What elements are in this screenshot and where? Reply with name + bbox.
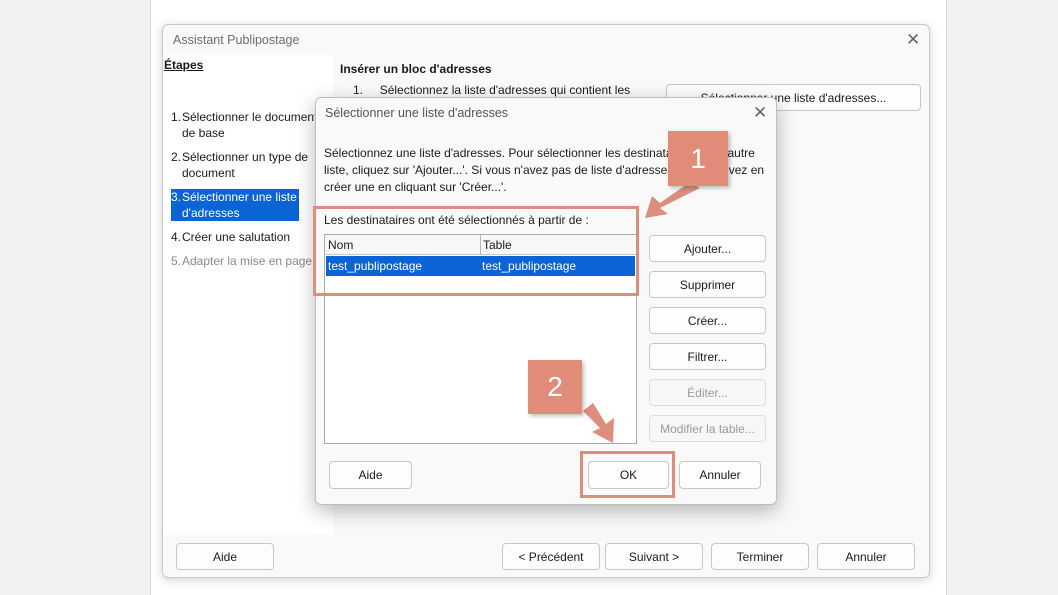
annotation-badge-2: 2 bbox=[528, 360, 582, 414]
close-icon[interactable]: ✕ bbox=[753, 104, 767, 121]
wizard-cancel-button[interactable]: Annuler bbox=[817, 543, 915, 570]
remove-button[interactable]: Supprimer bbox=[649, 271, 766, 298]
step-label: Sélectionner un type de document bbox=[182, 150, 309, 180]
content-heading: Insérer un bloc d'adresses bbox=[340, 62, 492, 76]
wizard-titlebar: Assistant Publipostage ✕ bbox=[163, 25, 929, 55]
step-adjust-layout: 5. Adapter la mise en page bbox=[171, 253, 321, 269]
add-button[interactable]: Ajouter... bbox=[649, 235, 766, 262]
step-label: Créer une salutation bbox=[182, 230, 291, 244]
dialog-cancel-button[interactable]: Annuler bbox=[679, 461, 761, 489]
steps-heading: Étapes bbox=[164, 58, 204, 72]
step-label: Sélectionner le document de base bbox=[182, 110, 318, 140]
content-instruction-text: Sélectionnez la liste d'adresses qui con… bbox=[379, 83, 631, 97]
step-label: Sélectionner une liste d'adresses bbox=[182, 190, 297, 220]
step-select-type[interactable]: 2. Sélectionner un type de document bbox=[171, 149, 321, 181]
steps-panel: Étapes 1. Sélectionner le document de ba… bbox=[163, 55, 333, 535]
annotation-badge-1: 1 bbox=[668, 131, 728, 186]
step-create-salutation[interactable]: 4. Créer une salutation bbox=[171, 229, 321, 245]
create-button[interactable]: Créer... bbox=[649, 307, 766, 334]
wizard-title: Assistant Publipostage bbox=[173, 33, 300, 47]
next-button[interactable]: Suivant > bbox=[605, 543, 703, 570]
step-select-address-list[interactable]: 3. Sélectionner une liste d'adresses bbox=[171, 189, 299, 221]
edit-button[interactable]: Éditer... bbox=[649, 379, 766, 406]
finish-button[interactable]: Terminer bbox=[711, 543, 809, 570]
step-label: Adapter la mise en page bbox=[182, 254, 313, 268]
annotation-highlight-ok bbox=[580, 451, 675, 498]
dialog-title: Sélectionner une liste d'adresses bbox=[325, 106, 509, 120]
modify-table-button[interactable]: Modifier la table... bbox=[649, 415, 766, 442]
content-instruction-number: 1. bbox=[353, 83, 364, 97]
wizard-help-button[interactable]: Aide bbox=[176, 543, 274, 570]
previous-button[interactable]: < Précédent bbox=[502, 543, 600, 570]
content-instruction: 1. Sélectionnez la liste d'adresses qui … bbox=[353, 83, 653, 97]
step-number: 3. bbox=[171, 190, 182, 204]
annotation-highlight-list bbox=[313, 206, 639, 296]
filter-button[interactable]: Filtrer... bbox=[649, 343, 766, 370]
step-number: 2. bbox=[171, 150, 182, 164]
step-number: 1. bbox=[171, 110, 182, 124]
dialog-help-button[interactable]: Aide bbox=[329, 461, 412, 489]
close-icon[interactable]: ✕ bbox=[906, 31, 920, 48]
step-number: 5. bbox=[171, 254, 182, 268]
step-select-document[interactable]: 1. Sélectionner le document de base bbox=[171, 109, 321, 141]
step-number: 4. bbox=[171, 230, 182, 244]
